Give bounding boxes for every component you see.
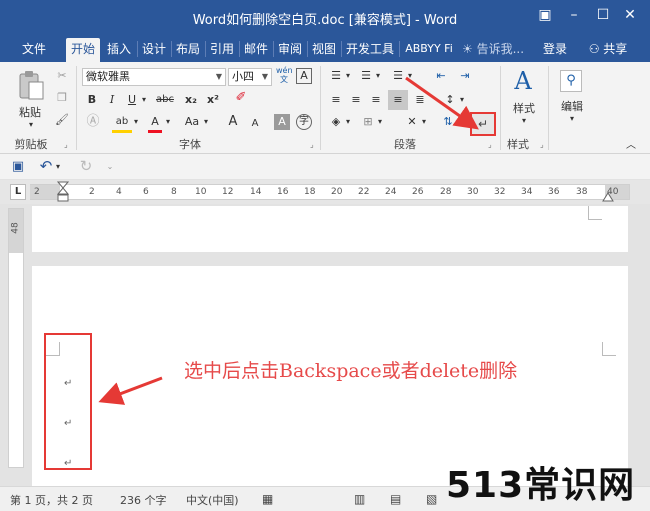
- proofing-icon[interactable]: ▦: [262, 492, 273, 506]
- annotation-arrows: [98, 76, 479, 405]
- watermark-logo: 513常识网: [446, 465, 636, 506]
- read-mode-icon[interactable]: ▥: [354, 492, 365, 506]
- word-count[interactable]: 236 个字: [120, 492, 167, 508]
- page-count[interactable]: 第 1 页，共 2 页: [10, 492, 93, 508]
- arrow-to-paragraph-mark-button: [405, 76, 479, 130]
- language-indicator[interactable]: 中文(中国): [186, 492, 239, 508]
- web-layout-icon[interactable]: ▧: [426, 492, 437, 506]
- arrow-to-selection: [98, 376, 163, 405]
- print-layout-icon[interactable]: ▤: [390, 492, 401, 506]
